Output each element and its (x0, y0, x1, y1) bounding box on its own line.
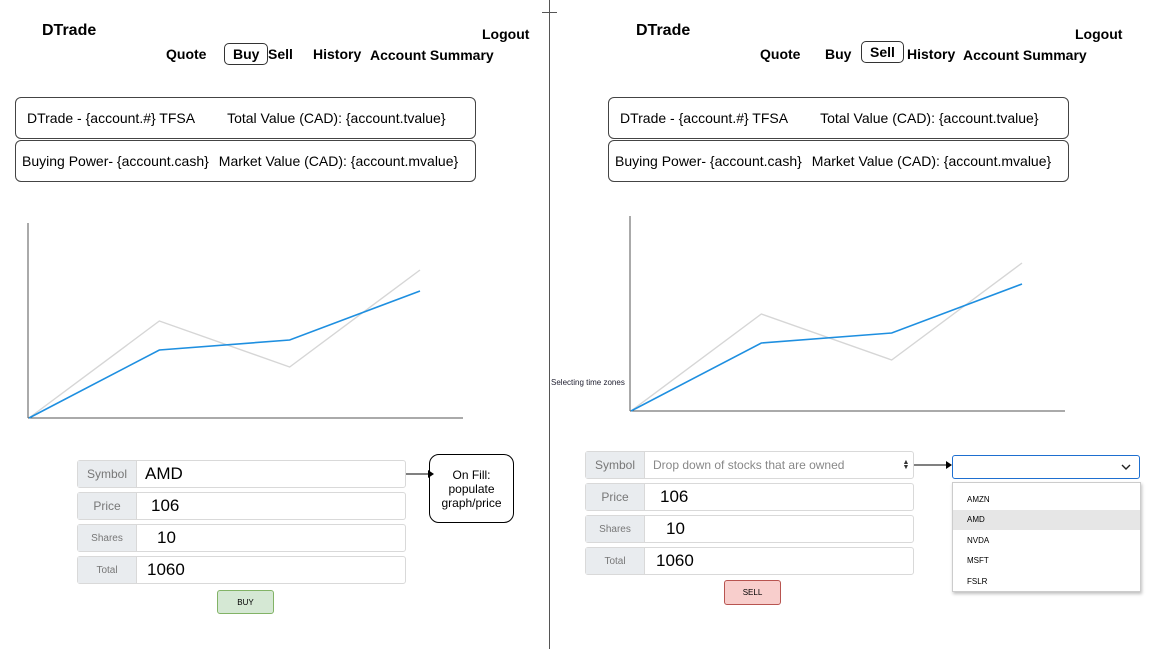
buying-power-box: Buying Power- {account.cash} Market Valu… (15, 140, 476, 182)
price-field[interactable]: Price 106 (77, 492, 406, 520)
brand-logo: DTrade (636, 22, 691, 39)
symbol-field[interactable]: Symbol AMD (77, 460, 406, 488)
buying-power-label: Buying Power- {account.cash} (22, 153, 209, 169)
account-info-box: DTrade - {account.#} TFSA Total Value (C… (608, 97, 1069, 139)
symbol-select[interactable]: Symbol Drop down of stocks that are owne… (585, 451, 914, 479)
nav-account-summary[interactable]: Account Summary (963, 47, 1087, 63)
buy-button[interactable]: BUY (217, 590, 274, 614)
nav-sell[interactable]: Sell (268, 46, 293, 62)
dropdown-option[interactable]: MSFT (953, 551, 1140, 572)
account-info-box: DTrade - {account.#} TFSA Total Value (C… (15, 97, 476, 139)
nav-history[interactable]: History (907, 46, 955, 62)
nav-quote[interactable]: Quote (760, 46, 800, 62)
market-value-label: Market Value (CAD): {account.mvalue} (811, 153, 1052, 169)
buying-power-label: Buying Power- {account.cash} (615, 153, 802, 169)
stock-dropdown[interactable] (952, 455, 1140, 479)
total-value-label: Total Value (CAD): {account.tvalue} (227, 110, 446, 126)
chevron-down-icon[interactable] (1121, 463, 1131, 471)
divider-tick (542, 12, 557, 13)
price-label: Price (586, 484, 645, 510)
symbol-input[interactable]: AMD (137, 461, 405, 487)
shares-input[interactable]: 10 (645, 516, 913, 542)
nav-account-summary[interactable]: Account Summary (370, 47, 494, 63)
total-value: 1060 (656, 551, 694, 570)
dropdown-arrow (914, 461, 952, 469)
price-field[interactable]: Price 106 (585, 483, 914, 511)
total-field: Total 1060 (77, 556, 406, 584)
nav-buy-active[interactable]: Buy (224, 43, 269, 65)
time-zone-note[interactable]: Selecting time zones (551, 378, 625, 387)
total-label: Total (78, 557, 137, 583)
series-line-secondary (28, 269, 421, 419)
total-label: Total (586, 548, 645, 574)
buying-power-box: Buying Power- {account.cash} Market Valu… (608, 140, 1069, 182)
dropdown-option[interactable]: NVDA (953, 530, 1140, 551)
nav-quote[interactable]: Quote (166, 46, 206, 62)
series-line-primary (630, 283, 1023, 412)
dropdown-option[interactable]: FSLR (953, 571, 1140, 592)
nav-sell-active[interactable]: Sell (861, 41, 904, 63)
series-line-secondary (630, 262, 1023, 412)
shares-label: Shares (78, 525, 137, 551)
price-input[interactable]: 106 (645, 484, 913, 510)
shares-field[interactable]: Shares 10 (77, 524, 406, 552)
shares-field[interactable]: Shares 10 (585, 515, 914, 543)
total-value: 1060 (147, 560, 185, 579)
select-arrows-icon[interactable]: ▲ ▼ (899, 452, 913, 478)
panel-divider (549, 0, 550, 649)
series-line-primary (28, 290, 421, 419)
shares-label: Shares (586, 516, 645, 542)
account-label: DTrade - {account.#} TFSA (27, 110, 196, 126)
market-value-label: Market Value (CAD): {account.mvalue} (218, 153, 459, 169)
annotation-text: On Fill: populate graph/price (441, 467, 502, 510)
symbol-label: Symbol (586, 452, 645, 478)
price-input[interactable]: 106 (137, 493, 405, 519)
nav-buy[interactable]: Buy (825, 46, 851, 62)
total-field: Total 1060 (585, 547, 914, 575)
account-label: DTrade - {account.#} TFSA (620, 110, 789, 126)
logout-link[interactable]: Logout (1075, 26, 1122, 42)
price-label: Price (78, 493, 137, 519)
logout-link[interactable]: Logout (482, 26, 529, 42)
brand-logo: DTrade (42, 22, 97, 39)
on-fill-annotation: On Fill: populate graph/price (429, 454, 514, 523)
dropdown-option[interactable]: AMZN (953, 489, 1140, 510)
symbol-dropdown-placeholder[interactable]: Drop down of stocks that are owned (645, 452, 899, 478)
dropdown-option-highlighted[interactable]: AMD (953, 509, 1140, 530)
nav-history[interactable]: History (313, 46, 361, 62)
stock-dropdown-list: AMZN AMD NVDA MSFT FSLR (952, 482, 1141, 592)
shares-input[interactable]: 10 (137, 525, 405, 551)
symbol-label: Symbol (78, 461, 137, 487)
sell-button[interactable]: SELL (724, 580, 781, 605)
total-value-label: Total Value (CAD): {account.tvalue} (820, 110, 1039, 126)
